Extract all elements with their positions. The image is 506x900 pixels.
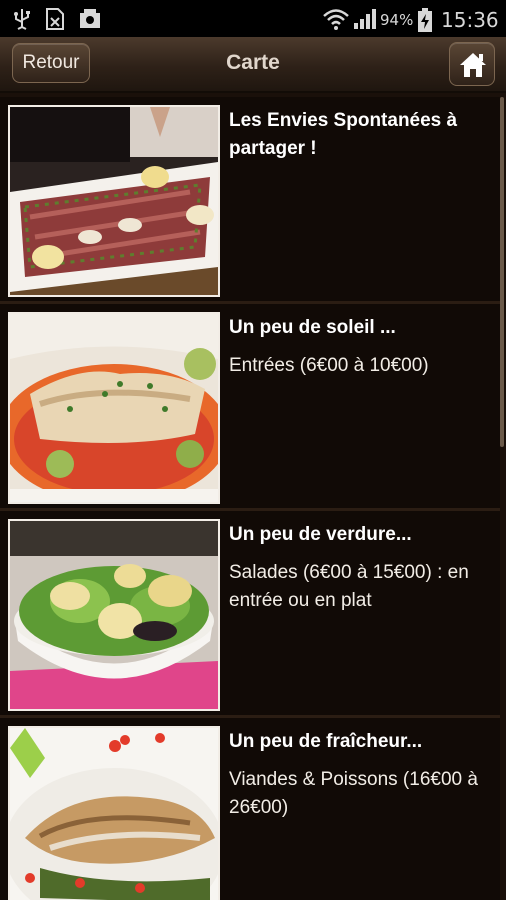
item-title: Un peu de verdure... bbox=[229, 524, 412, 545]
list-item[interactable]: Les Envies Spontanées à partager ! bbox=[0, 97, 500, 304]
item-title: Un peu de soleil ... bbox=[229, 317, 396, 338]
menu-list[interactable]: Les Envies Spontanées à partager ! Un pe bbox=[0, 93, 506, 900]
status-bar: 94% 15:36 bbox=[0, 0, 506, 37]
item-title: Les Envies Spontanées à partager ! bbox=[229, 110, 458, 159]
back-button[interactable]: Retour bbox=[12, 43, 90, 83]
scrollbar[interactable] bbox=[500, 97, 504, 447]
wifi-icon bbox=[323, 9, 349, 30]
item-description: Entrées (6€00 à 10€00) bbox=[229, 355, 429, 376]
app-header: Retour Carte bbox=[0, 37, 506, 93]
home-button[interactable] bbox=[449, 42, 495, 86]
battery-percent: 94% bbox=[380, 11, 414, 29]
grilled-fish-plate-image bbox=[8, 726, 220, 900]
battery-charging-icon bbox=[418, 8, 432, 32]
home-icon bbox=[460, 53, 486, 77]
clock: 15:36 bbox=[441, 8, 499, 32]
fish-vegetables-plate-image bbox=[8, 312, 220, 504]
list-item[interactable]: Un peu de soleil ... Entrées (6€00 à 10€… bbox=[0, 304, 500, 511]
carpaccio-plate-image bbox=[8, 105, 220, 297]
list-item[interactable]: Un peu de verdure... Salades (6€00 à 15€… bbox=[0, 511, 500, 718]
usb-icon bbox=[14, 9, 30, 30]
list-item[interactable]: Un peu de fraîcheur... Viandes & Poisson… bbox=[0, 718, 500, 900]
item-description: Salades (6€00 à 15€00) : en entrée ou en… bbox=[229, 562, 469, 611]
item-title: Un peu de fraîcheur... bbox=[229, 731, 423, 752]
signal-icon bbox=[354, 9, 376, 29]
item-description: Viandes & Poissons (16€00 à 26€00) bbox=[229, 769, 478, 818]
gallery-icon bbox=[80, 9, 100, 28]
salad-bowl-image bbox=[8, 519, 220, 711]
no-sim-icon bbox=[46, 8, 64, 30]
